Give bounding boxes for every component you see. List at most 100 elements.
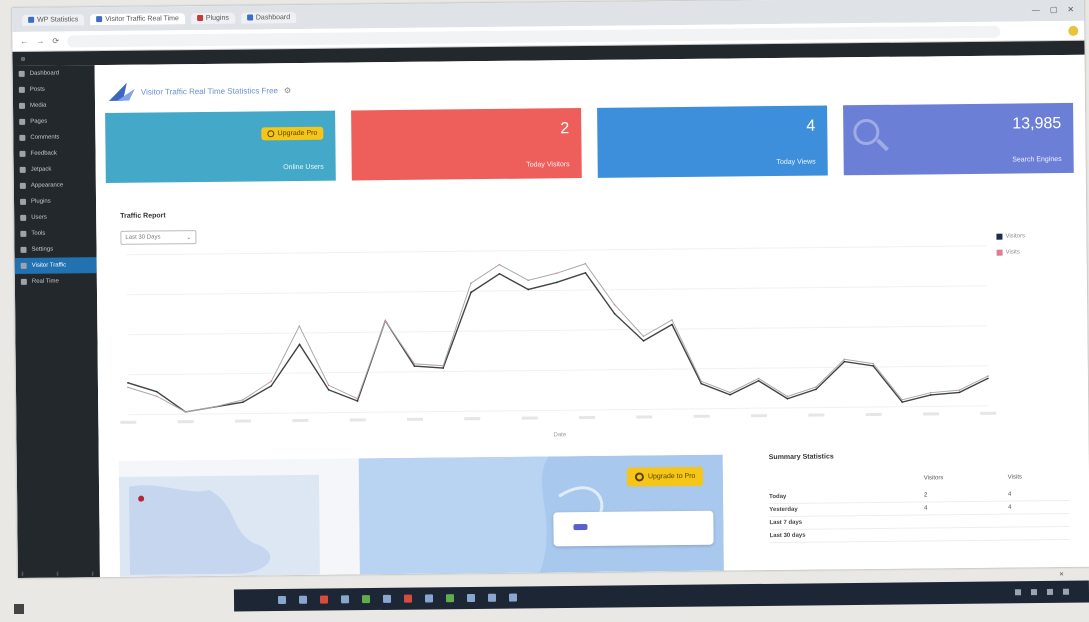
taskbar-app-icon[interactable]: [424, 594, 434, 603]
menu-icon: [20, 278, 27, 285]
sidebar-item[interactable]: Media: [13, 97, 95, 114]
show-all-downloads[interactable]: ✕: [1059, 571, 1080, 578]
extension-icon[interactable]: [1068, 25, 1079, 36]
chart-legend: Visitors Visits: [996, 233, 1025, 265]
taskbar-app-icon[interactable]: [319, 595, 329, 604]
browser-tab[interactable]: WP Statistics: [22, 13, 85, 26]
sidebar-item[interactable]: Jetpack: [14, 161, 96, 178]
grid-line: [127, 365, 988, 376]
tray-icon[interactable]: [1014, 589, 1022, 596]
sidebar-item[interactable]: Posts: [13, 81, 95, 98]
summary-column-header: Visits: [1007, 474, 1023, 481]
legend-item[interactable]: Visitors: [996, 233, 1025, 240]
sidebar-item-label: Tools: [31, 230, 46, 237]
menu-icon: [20, 214, 27, 221]
reload-icon[interactable]: ⟳: [52, 37, 59, 46]
sidebar-item[interactable]: Users: [14, 209, 96, 226]
taskbar-app-icon[interactable]: [466, 593, 476, 603]
sidebar-item[interactable]: Settings: [14, 241, 96, 258]
settings-icon[interactable]: ⚙: [284, 86, 291, 95]
maximize-icon[interactable]: ▢: [1050, 5, 1058, 14]
admin-sidebar: Dashboard Posts Media Pages Comments Feedback…: [12, 65, 100, 578]
x-tick-label: [464, 417, 481, 421]
system-tray: [1014, 588, 1089, 596]
stat-label: Today Views: [776, 158, 816, 167]
sidebar-item-label: Users: [31, 214, 47, 221]
taskbar-app-icon[interactable]: [403, 594, 413, 603]
download-item[interactable]: ⬇: [55, 571, 60, 578]
visitor-map: Upgrade to Pro: [118, 454, 724, 577]
summary-table: Visitors Visits Today 2 4 Yesterday 4 4 Last…: [769, 472, 1070, 543]
sidebar-item[interactable]: Appearance: [14, 177, 96, 194]
upgrade-icon: [634, 472, 644, 482]
map-region-left: [118, 474, 320, 577]
row-visitors: 2: [923, 488, 1009, 502]
stat-card-search-engines: 13,985 Search Engines: [843, 102, 1074, 176]
taskbar-app-icon[interactable]: [361, 595, 371, 604]
x-tick-label: [865, 412, 882, 417]
tray-icon[interactable]: [1062, 588, 1070, 595]
legend-item[interactable]: Visits: [996, 249, 1026, 256]
minimize-icon[interactable]: —: [1032, 5, 1040, 14]
x-tick-label: [922, 412, 939, 416]
taskbar-app-icon[interactable]: [340, 595, 350, 604]
taskbar-app-icon[interactable]: [487, 593, 497, 602]
summary-statistics: Summary Statistics Visitors Visits Today…: [769, 451, 1070, 570]
tray-icon[interactable]: [1046, 588, 1054, 595]
taskbar-app-icon[interactable]: [382, 594, 392, 603]
download-item[interactable]: ⬇: [20, 571, 25, 578]
taskbar-app-icon[interactable]: [298, 595, 308, 604]
grid-line: [126, 245, 987, 256]
taskbar-app-icon[interactable]: [508, 593, 518, 602]
menu-icon: [18, 86, 25, 93]
summary-column-header: Visitors: [923, 475, 944, 482]
stat-label: Online Users: [283, 163, 324, 172]
x-tick-label: [980, 411, 997, 415]
grid-line: [127, 285, 987, 296]
tooltip-swatch: [573, 524, 588, 531]
sidebar-item-label: Plugins: [30, 198, 51, 205]
menu-icon: [19, 118, 26, 125]
x-tick-label: [120, 420, 137, 424]
sidebar-item[interactable]: Plugins: [14, 193, 96, 210]
wp-logo-icon[interactable]: ⊕: [20, 55, 26, 62]
traffic-line-chart: Date: [120, 245, 997, 438]
map-land-shape: [129, 485, 271, 575]
browser-tab[interactable]: Plugins: [190, 12, 235, 24]
forward-icon[interactable]: →: [36, 37, 44, 46]
row-visits: 4: [1008, 500, 1070, 515]
sidebar-item[interactable]: Dashboard: [13, 65, 95, 82]
x-tick-label: [234, 419, 252, 423]
tray-icon[interactable]: [1030, 589, 1038, 596]
monitor-screen: WP Statistics Visitor Traffic Real Time …: [12, 0, 1089, 578]
sidebar-item[interactable]: Feedback: [13, 145, 95, 162]
grid-line: [127, 325, 988, 336]
stat-value: 4: [806, 117, 816, 135]
sidebar-item[interactable]: Tools: [14, 225, 96, 242]
sidebar-item[interactable]: Real Time: [15, 273, 97, 290]
page-title: Visitor Traffic Real Time Statistics Fre…: [140, 85, 279, 97]
upgrade-to-pro-button[interactable]: Upgrade to Pro: [626, 466, 704, 487]
sidebar-item[interactable]: Pages: [13, 113, 95, 130]
upgrade-pro-button[interactable]: Upgrade Pro: [261, 126, 324, 141]
x-tick-label: [521, 416, 538, 420]
browser-tab-active[interactable]: Visitor Traffic Real Time: [90, 12, 185, 25]
row-visitors: [924, 527, 1009, 541]
start-icon[interactable]: [277, 595, 287, 605]
sidebar-item[interactable]: Visitor Traffic: [14, 257, 97, 274]
sidebar-item-label: Pages: [30, 118, 48, 125]
date-range-select[interactable]: Last 30 Days ⌄: [120, 230, 197, 245]
tab-favicon-icon: [28, 16, 35, 23]
menu-icon: [20, 262, 27, 269]
browser-tab[interactable]: Dashboard: [240, 11, 297, 24]
row-label: Last 30 days: [769, 527, 925, 543]
taskbar-app-icon[interactable]: [445, 594, 455, 603]
window-controls: — ▢ ✕: [1032, 4, 1084, 14]
main-content: Visitor Traffic Real Time Statistics Fre…: [94, 54, 1089, 578]
download-item[interactable]: ⬇: [90, 571, 95, 578]
sidebar-item[interactable]: Comments: [13, 129, 95, 146]
x-tick-label: [693, 414, 710, 418]
close-icon[interactable]: ✕: [1067, 4, 1074, 13]
back-icon[interactable]: ←: [20, 37, 28, 46]
chevron-down-icon: ⌄: [186, 234, 192, 241]
